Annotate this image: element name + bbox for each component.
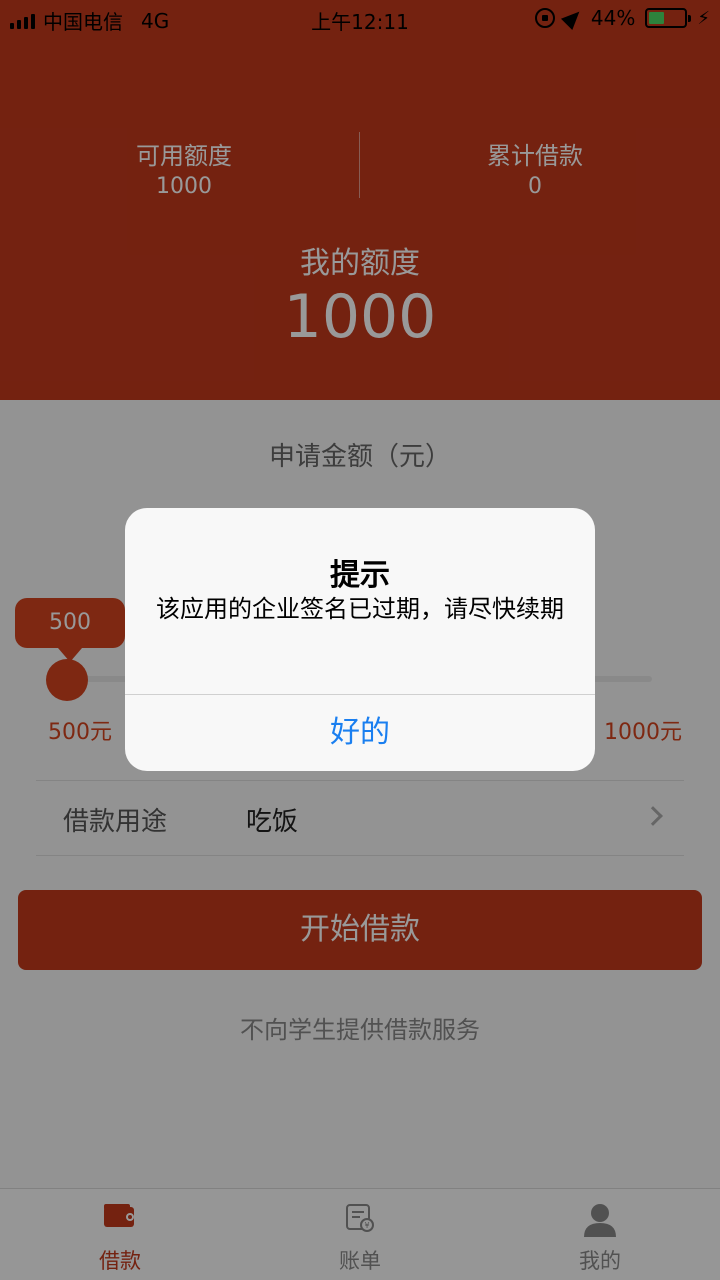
alert-message: 该应用的企业签名已过期，请尽快续期	[156, 595, 564, 623]
alert-title: 提示	[330, 558, 390, 593]
alert-dialog: 提示 该应用的企业签名已过期，请尽快续期 好的	[125, 508, 595, 771]
alert-ok-button[interactable]: 好的	[125, 695, 595, 771]
